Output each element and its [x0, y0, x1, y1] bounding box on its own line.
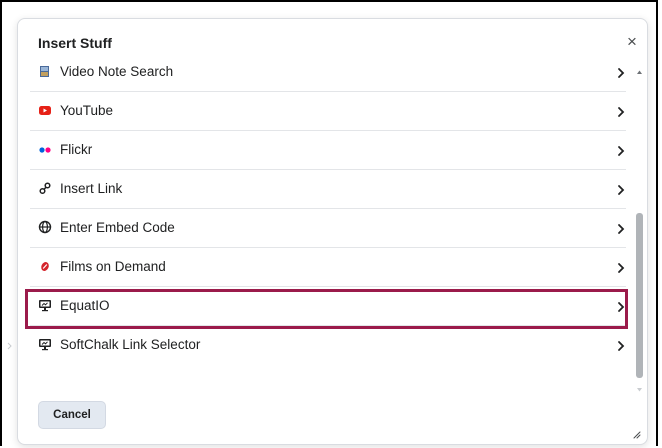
monitor-icon: [38, 298, 52, 312]
chevron-right-icon: [616, 300, 626, 312]
scrollbar-thumb[interactable]: [636, 213, 643, 378]
list-item-youtube[interactable]: YouTube: [30, 92, 626, 131]
insert-stuff-list: Video Note Search YouTube Flickr Insert …: [30, 57, 626, 387]
list-item-label: Enter Embed Code: [60, 220, 175, 235]
list-item-equatio[interactable]: EquatIO: [30, 287, 626, 326]
list-item-insert-link[interactable]: Insert Link: [30, 170, 626, 209]
list-item-label: YouTube: [60, 103, 114, 118]
films-on-demand-icon: [38, 259, 52, 273]
chevron-right-icon: [616, 222, 626, 234]
list-item-video-note-search[interactable]: Video Note Search: [30, 57, 626, 92]
scroll-down-icon[interactable]: [636, 381, 643, 392]
background-caret-icon: [6, 337, 14, 350]
scroll-up-icon[interactable]: [636, 63, 643, 74]
list-item-label: Insert Link: [60, 181, 123, 196]
insert-stuff-dialog: Insert Stuff × Video Note Search YouTube…: [17, 18, 648, 445]
dialog-title: Insert Stuff: [38, 35, 112, 51]
list-scrollbar[interactable]: [636, 63, 643, 392]
list-item-enter-embed-code[interactable]: Enter Embed Code: [30, 209, 626, 248]
list-item-films-on-demand[interactable]: Films on Demand: [30, 248, 626, 287]
chevron-right-icon: [616, 183, 626, 195]
chevron-right-icon: [616, 66, 626, 78]
chevron-right-icon: [616, 105, 626, 117]
video-note-icon: [38, 64, 52, 78]
chevron-right-icon: [616, 261, 626, 273]
monitor-icon: [38, 337, 52, 351]
youtube-icon: [38, 103, 52, 117]
list-item-label: SoftChalk Link Selector: [60, 337, 201, 352]
list-item-label: EquatIO: [60, 298, 110, 313]
list-item-flickr[interactable]: Flickr: [30, 131, 626, 170]
list-item-label: Films on Demand: [60, 259, 166, 274]
link-icon: [38, 181, 52, 195]
resize-handle-icon[interactable]: [631, 426, 641, 439]
list-item-softchalk-link-selector[interactable]: SoftChalk Link Selector: [30, 326, 626, 365]
list-item-label: Video Note Search: [60, 64, 174, 79]
globe-icon: [38, 220, 52, 234]
list-item-label: Flickr: [60, 142, 93, 157]
chevron-right-icon: [616, 339, 626, 351]
close-button[interactable]: ×: [624, 33, 640, 50]
cancel-button[interactable]: Cancel: [38, 401, 106, 429]
flickr-icon: [38, 142, 52, 156]
chevron-right-icon: [616, 144, 626, 156]
